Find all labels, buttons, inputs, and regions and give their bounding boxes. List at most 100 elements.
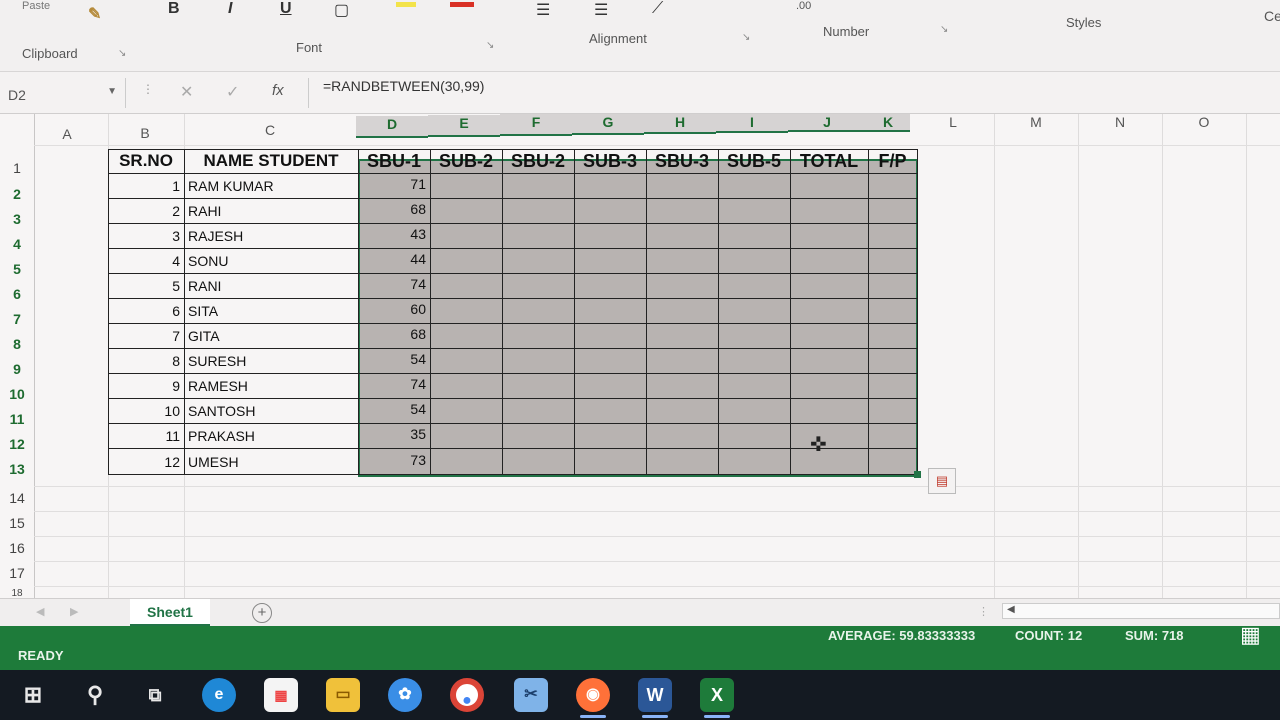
status-count[interactable]: COUNT: 12 (1015, 628, 1082, 643)
student-name-cell[interactable]: RAMESH (188, 375, 356, 397)
header-fp[interactable]: F/P (868, 149, 917, 173)
sr-no-cell[interactable]: 7 (108, 325, 184, 347)
row-header-4[interactable]: 4 (0, 236, 34, 252)
student-name-cell[interactable]: RANI (188, 275, 356, 297)
row-header-9[interactable]: 9 (0, 361, 34, 377)
excel-icon[interactable]: X (700, 678, 734, 718)
column-header-a[interactable]: A (34, 126, 100, 142)
row-header-18[interactable]: 18 (0, 588, 34, 598)
row-header-10[interactable]: 10 (0, 386, 34, 402)
row-header-5[interactable]: 5 (0, 261, 34, 277)
sbu1-score-cell[interactable]: 54 (358, 398, 430, 420)
header-sbu-2[interactable]: SBU-2 (502, 149, 574, 173)
sbu1-score-cell[interactable]: 54 (358, 348, 430, 370)
student-name-cell[interactable]: RAHI (188, 200, 356, 222)
borders-icon[interactable]: ▢ (334, 0, 349, 20)
snip-icon[interactable]: ✂ (514, 678, 548, 712)
file-explorer-icon[interactable]: ▭ (326, 678, 360, 712)
sbu1-score-cell[interactable]: 71 (358, 173, 430, 195)
sr-no-cell[interactable]: 2 (108, 200, 184, 222)
enter-icon[interactable]: ✓ (226, 82, 239, 102)
sbu1-score-cell[interactable]: 73 (358, 449, 430, 471)
bold-button[interactable]: B (168, 0, 180, 18)
sr-no-cell[interactable]: 1 (108, 175, 184, 197)
add-sheet-button[interactable]: + (252, 603, 272, 623)
column-header-h[interactable]: H (644, 114, 716, 134)
sbu1-score-cell[interactable]: 44 (358, 248, 430, 270)
student-name-cell[interactable]: SANTOSH (188, 400, 356, 422)
clipboard-launcher-icon[interactable]: ↘ (118, 48, 126, 59)
column-header-n[interactable]: N (1078, 114, 1162, 130)
student-name-cell[interactable]: SURESH (188, 350, 356, 372)
row-header-7[interactable]: 7 (0, 311, 34, 327)
row-header-13[interactable]: 13 (0, 461, 34, 477)
row-header-3[interactable]: 3 (0, 211, 34, 227)
sr-no-cell[interactable]: 11 (108, 425, 184, 447)
column-header-l[interactable]: L (912, 114, 994, 130)
worksheet-grid[interactable]: A B C D E F G H I J K L M N O 1 2 3 4 5 … (0, 114, 1280, 598)
selected-range[interactable] (358, 159, 918, 477)
header-sub-2[interactable]: SUB-2 (430, 149, 502, 173)
cancel-icon[interactable]: ✕ (180, 82, 193, 102)
student-name-cell[interactable]: SITA (188, 300, 356, 322)
column-header-b[interactable]: B (108, 125, 182, 141)
header-sbu-1[interactable]: SBU-1 (358, 149, 430, 173)
name-box[interactable]: D2 ▼ (0, 78, 126, 108)
sbu1-score-cell[interactable]: 43 (358, 223, 430, 245)
normal-view-icon[interactable]: ▦ (1240, 622, 1261, 648)
sr-no-cell[interactable]: 10 (108, 400, 184, 422)
font-color-icon[interactable] (450, 2, 474, 7)
sr-no-cell[interactable]: 5 (108, 275, 184, 297)
alignment-launcher-icon[interactable]: ↘ (742, 32, 750, 43)
student-name-cell[interactable]: SONU (188, 250, 356, 272)
format-painter-icon[interactable]: ✎ (88, 4, 101, 24)
row-header-16[interactable]: 16 (0, 540, 34, 556)
sbu1-score-cell[interactable]: 74 (358, 273, 430, 295)
header-sr-no[interactable]: SR.NO (108, 149, 184, 173)
prev-sheet-icon[interactable]: ◀ (36, 605, 44, 618)
windows-start-icon[interactable]: ⊞ (16, 678, 50, 712)
decimal-icon[interactable]: .00 (796, 0, 811, 12)
sbu1-score-cell[interactable]: 68 (358, 323, 430, 345)
sr-no-cell[interactable]: 6 (108, 300, 184, 322)
underline-button[interactable]: U (280, 0, 292, 18)
column-header-c[interactable]: C (184, 122, 356, 138)
align-left-icon[interactable]: ☰ (536, 0, 550, 20)
column-header-g[interactable]: G (572, 114, 644, 135)
row-header-17[interactable]: 17 (0, 565, 34, 581)
sr-no-cell[interactable]: 3 (108, 225, 184, 247)
horizontal-scrollbar[interactable]: ◀ (1002, 603, 1280, 619)
column-header-d[interactable]: D (356, 116, 428, 138)
sr-no-cell[interactable]: 8 (108, 350, 184, 372)
column-header-e[interactable]: E (428, 115, 500, 137)
row-header-1[interactable]: 1 (0, 160, 34, 176)
row-header-12[interactable]: 12 (0, 436, 34, 452)
firefox-icon[interactable]: ◉ (576, 678, 610, 718)
insert-function-icon[interactable]: fx (272, 82, 284, 99)
sbu1-score-cell[interactable]: 74 (358, 373, 430, 395)
sr-no-cell[interactable]: 4 (108, 250, 184, 272)
italic-button[interactable]: I (228, 0, 232, 18)
formula-input[interactable]: =RANDBETWEEN(30,99) (308, 78, 1280, 108)
row-header-8[interactable]: 8 (0, 336, 34, 352)
photos-icon[interactable]: ✿ (388, 678, 422, 712)
sbu1-score-cell[interactable]: 35 (358, 423, 430, 445)
column-header-k[interactable]: K (866, 114, 910, 132)
word-icon[interactable]: W (638, 678, 672, 718)
fill-color-icon[interactable] (396, 2, 416, 7)
sbu1-score-cell[interactable]: 60 (358, 298, 430, 320)
student-name-cell[interactable]: RAJESH (188, 225, 356, 247)
status-average[interactable]: AVERAGE: 59.83333333 (828, 628, 975, 643)
fill-handle[interactable] (914, 471, 921, 478)
chrome-icon[interactable]: ● (450, 678, 484, 712)
quick-analysis-icon[interactable]: ▤ (928, 468, 956, 494)
row-header-2[interactable]: 2 (0, 186, 34, 202)
sr-no-cell[interactable]: 9 (108, 375, 184, 397)
font-launcher-icon[interactable]: ↘ (486, 40, 494, 51)
search-icon[interactable]: ⚲ (78, 678, 112, 712)
column-header-f[interactable]: F (500, 114, 572, 136)
scroll-left-icon[interactable]: ◀ (1007, 604, 1015, 615)
row-header-11[interactable]: 11 (0, 411, 34, 427)
column-header-i[interactable]: I (716, 114, 788, 133)
student-name-cell[interactable]: PRAKASH (188, 425, 356, 447)
